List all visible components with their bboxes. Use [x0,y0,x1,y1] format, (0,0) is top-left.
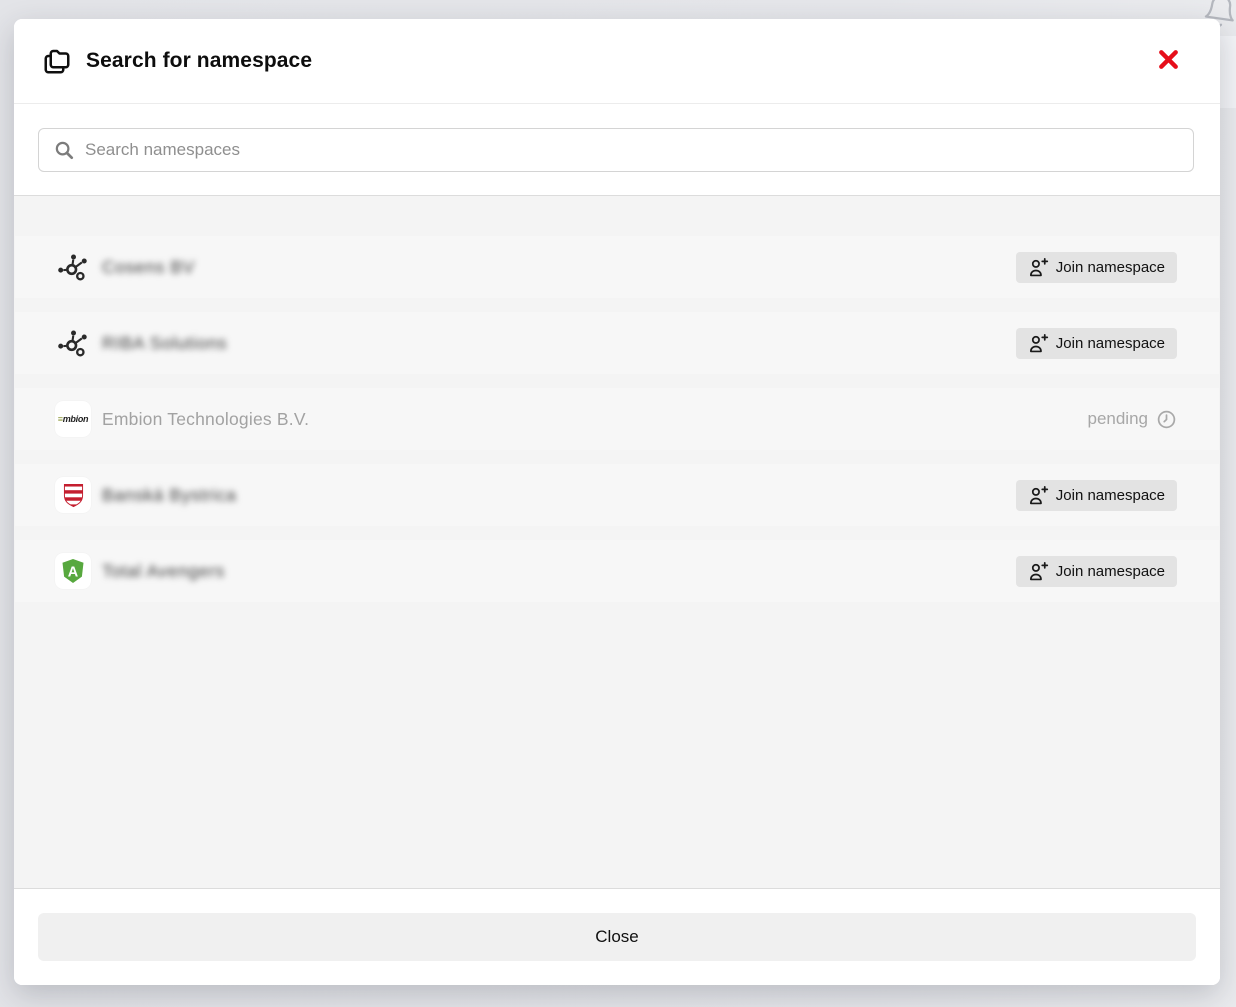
join-namespace-label: Join namespace [1056,563,1165,580]
close-modal-button[interactable] [1153,44,1184,78]
search-section [14,104,1220,196]
modal-footer: Close [14,889,1220,985]
network-graph-icon [55,325,91,361]
close-x-icon [1157,48,1180,74]
search-namespace-modal: Search for namespace [14,19,1220,985]
namespace-row: RIBA Solutions Join namespace [15,312,1219,374]
search-box [38,128,1194,172]
join-namespace-label: Join namespace [1056,259,1165,276]
user-plus-icon [1028,333,1049,354]
namespace-name: Banská Bystrica [102,485,236,506]
join-namespace-button[interactable]: Join namespace [1016,556,1177,587]
user-plus-icon [1028,485,1049,506]
join-namespace-label: Join namespace [1056,335,1165,352]
join-namespace-button[interactable]: Join namespace [1016,480,1177,511]
modal-title: Search for namespace [86,49,312,73]
user-plus-icon [1028,561,1049,582]
namespace-info: A Total Avengers [55,553,225,589]
user-plus-icon [1028,257,1049,278]
close-button[interactable]: Close [38,913,1196,961]
namespace-info: Cosens BV [55,249,195,285]
namespace-action: Join namespace [1016,480,1177,511]
folders-icon [42,46,72,76]
network-graph-icon [55,249,91,285]
join-namespace-label: Join namespace [1056,487,1165,504]
clock-icon [1156,409,1177,430]
namespace-info: Banská Bystrica [55,477,236,513]
namespace-action: Join namespace [1016,556,1177,587]
namespace-name: RIBA Solutions [102,333,227,354]
namespace-action: Join namespace [1016,252,1177,283]
join-namespace-button[interactable]: Join namespace [1016,252,1177,283]
pending-label: pending [1087,409,1148,429]
pending-status: pending [1087,409,1177,430]
namespace-list: Cosens BV Join namespace [14,196,1220,889]
namespace-row: A Total Avengers Join namespace [15,540,1219,602]
embion-logo: ≡mbion [55,401,91,437]
search-namespaces-input[interactable] [39,129,1193,171]
namespace-row: Banská Bystrica Join namespace [15,464,1219,526]
svg-text:A: A [68,564,79,580]
namespace-name: Total Avengers [102,561,225,582]
search-icon [53,139,75,161]
namespace-row: Cosens BV Join namespace [15,236,1219,298]
namespace-name: Cosens BV [102,257,195,278]
striped-shield-logo [55,477,91,513]
namespace-row: ≡mbion Embion Technologies B.V. pending [15,388,1219,450]
namespace-info: RIBA Solutions [55,325,227,361]
modal-header: Search for namespace [14,19,1220,104]
namespace-action: Join namespace [1016,328,1177,359]
green-a-shield-logo: A [55,553,91,589]
namespace-info: ≡mbion Embion Technologies B.V. [55,401,309,437]
namespace-action: pending [1087,409,1177,430]
namespace-name: Embion Technologies B.V. [102,409,309,430]
join-namespace-button[interactable]: Join namespace [1016,328,1177,359]
